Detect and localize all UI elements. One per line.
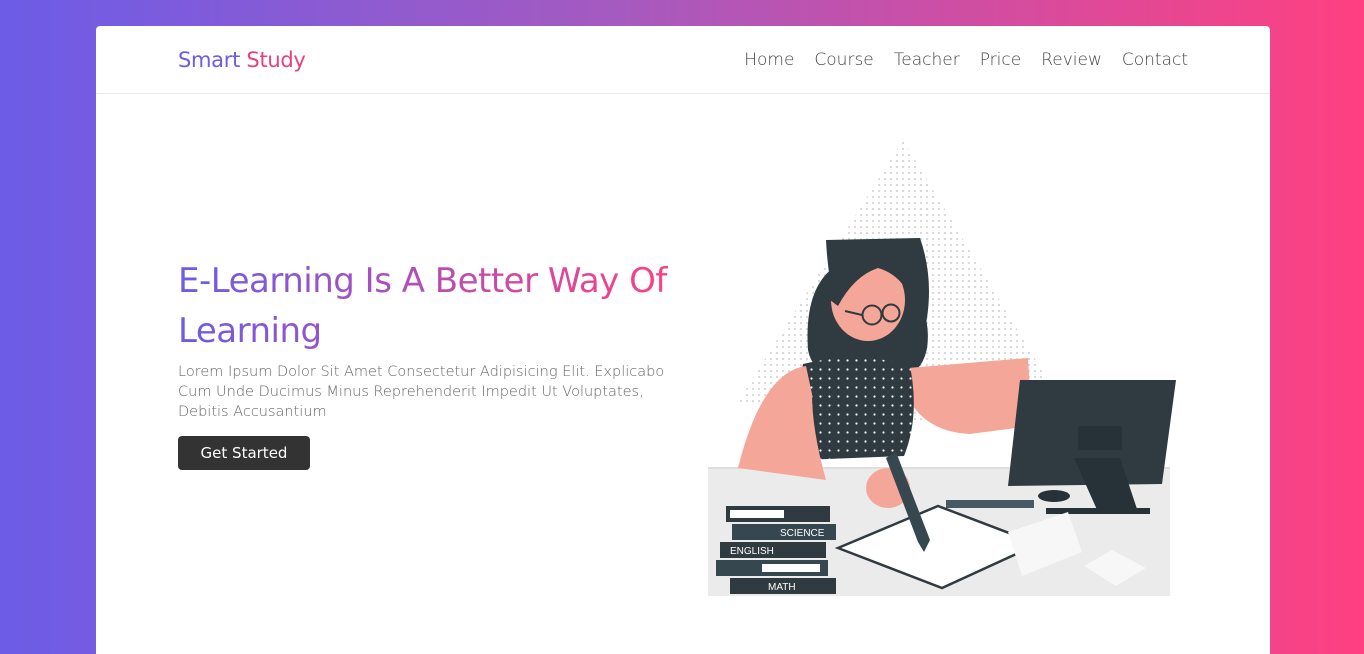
nav-links: Home Course Teacher Price Review Contact — [744, 50, 1188, 70]
nav-home[interactable]: Home — [744, 50, 794, 70]
navbar: Smart Study Home Course Teacher Price Re… — [96, 26, 1270, 94]
get-started-button[interactable]: Get Started — [178, 436, 310, 470]
nav-contact[interactable]: Contact — [1122, 50, 1188, 70]
hero-text: E-Learning Is A Better Way Of Learning L… — [178, 256, 678, 470]
nav-course[interactable]: Course — [814, 50, 873, 70]
hero-illustration: SCIENCE ENGLISH MATH — [708, 140, 1176, 596]
logo[interactable]: Smart Study — [178, 48, 306, 72]
logo-part-1: Smart — [178, 47, 241, 72]
nav-price[interactable]: Price — [980, 50, 1021, 70]
nav-teacher[interactable]: Teacher — [894, 50, 960, 70]
hero-title: E-Learning Is A Better Way Of Learning — [178, 256, 678, 356]
book-label-science: SCIENCE — [780, 528, 825, 539]
book-label-math: MATH — [768, 582, 796, 593]
main-card: Smart Study Home Course Teacher Price Re… — [96, 26, 1270, 654]
book-label-english: ENGLISH — [730, 546, 774, 557]
hero-description: Lorem Ipsum Dolor Sit Amet Consectetur A… — [178, 364, 665, 420]
book-stack: SCIENCE ENGLISH MATH — [716, 506, 836, 594]
nav-review[interactable]: Review — [1041, 50, 1102, 70]
logo-part-2: Study — [246, 47, 306, 72]
